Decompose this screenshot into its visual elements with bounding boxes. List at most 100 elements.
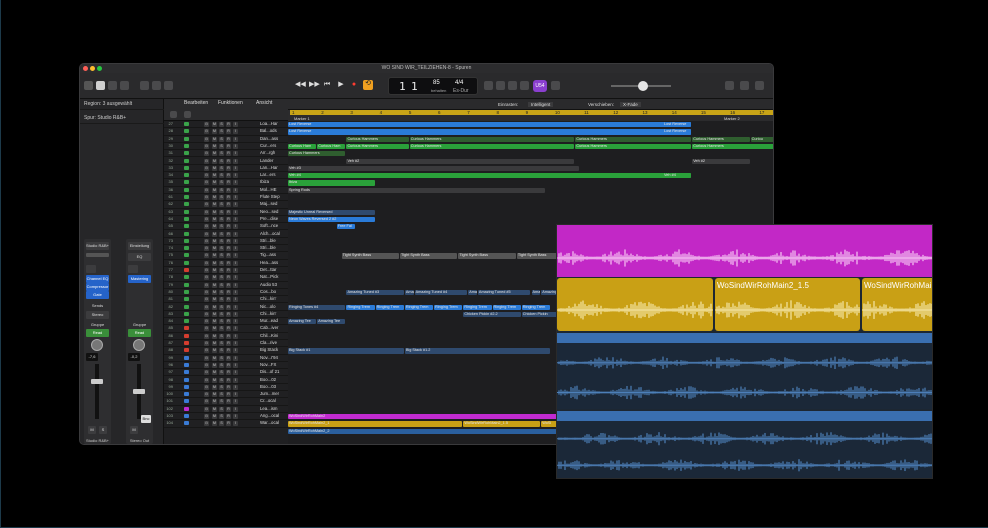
- mute-button[interactable]: M: [212, 399, 217, 405]
- record-enable-button[interactable]: R: [226, 268, 231, 273]
- setting-slot-out[interactable]: Einstellung: [128, 242, 151, 250]
- track-row[interactable]: 75 ⏻ M S R I Tig...ass: [164, 252, 288, 260]
- track-row[interactable]: 74 ⏻ M S R I Stri...ble: [164, 245, 288, 253]
- input-monitor-button[interactable]: I: [233, 173, 238, 179]
- mute-button[interactable]: M: [212, 122, 217, 127]
- drag-select[interactable]: X-Fade: [620, 102, 641, 107]
- record-icon[interactable]: ●: [350, 81, 358, 89]
- record-enable-button[interactable]: R: [226, 216, 231, 222]
- input-monitor-button[interactable]: I: [233, 348, 238, 354]
- editors-icon[interactable]: [164, 81, 173, 90]
- menu-view[interactable]: Ansicht: [256, 100, 272, 106]
- solo-button[interactable]: S: [219, 275, 224, 281]
- mute-button[interactable]: M: [212, 377, 217, 383]
- input-monitor-button[interactable]: I: [233, 268, 238, 273]
- region[interactable]: Big Stack #1.2: [404, 348, 550, 354]
- bounce-button[interactable]: Bnc: [141, 415, 151, 423]
- notes-icon[interactable]: [740, 81, 749, 90]
- record-enable-button[interactable]: R: [226, 326, 231, 332]
- mute-button[interactable]: M: [212, 143, 217, 149]
- record-enable-button[interactable]: R: [226, 136, 231, 142]
- volume-fader[interactable]: [95, 364, 99, 419]
- input-monitor-button[interactable]: I: [233, 158, 238, 164]
- region[interactable]: Ringing Trem: [375, 304, 404, 310]
- power-button[interactable]: ⏻: [204, 143, 209, 149]
- solo-button[interactable]: S: [219, 406, 224, 412]
- mute-button[interactable]: M: [212, 246, 217, 252]
- region[interactable]: Curious Hammers: [409, 136, 575, 142]
- record-enable-button[interactable]: R: [226, 399, 231, 405]
- input-slot[interactable]: [86, 265, 96, 273]
- record-enable-button[interactable]: R: [226, 231, 231, 237]
- region[interactable]: Curious Hammers: [346, 136, 409, 142]
- input-monitor-button[interactable]: I: [233, 319, 238, 325]
- snap-select[interactable]: Intelligent: [528, 102, 554, 107]
- replace-icon[interactable]: [520, 81, 529, 90]
- power-button[interactable]: ⏻: [204, 238, 209, 244]
- power-button[interactable]: ⏻: [204, 173, 209, 179]
- record-enable-button[interactable]: R: [226, 282, 231, 288]
- add-track-icon[interactable]: [170, 111, 177, 118]
- fader-cap-out[interactable]: [133, 389, 145, 394]
- record-enable-button[interactable]: R: [226, 224, 231, 230]
- track-row[interactable]: 66 ⏻ M S R I Alch...ocal: [164, 231, 288, 238]
- help-icon[interactable]: [108, 81, 117, 90]
- record-enable-button[interactable]: R: [226, 304, 231, 310]
- input-monitor-button[interactable]: I: [233, 414, 238, 419]
- mute-button[interactable]: M: [212, 406, 217, 412]
- region[interactable]: Ibiza: [288, 180, 375, 186]
- zoom-region-magenta[interactable]: [557, 225, 932, 277]
- solo-button[interactable]: S: [219, 319, 224, 325]
- region[interactable]: Tight Synth Bass: [400, 253, 458, 259]
- region[interactable]: Curious Hammers: [288, 151, 346, 157]
- mute-button[interactable]: M: [212, 341, 217, 346]
- record-enable-button[interactable]: R: [226, 122, 231, 127]
- region[interactable]: Veh #3: [288, 165, 580, 172]
- region[interactable]: Veh #4: [288, 173, 692, 179]
- record-enable-button[interactable]: R: [226, 348, 231, 354]
- power-button[interactable]: ⏻: [204, 231, 209, 237]
- region[interactable]: Curiou: [750, 136, 773, 142]
- record-enable-button[interactable]: R: [226, 392, 231, 398]
- input-monitor-button[interactable]: I: [233, 326, 238, 332]
- record-enable-button[interactable]: R: [226, 209, 231, 215]
- zoom-region-blue-1-header[interactable]: [557, 333, 932, 343]
- track-row[interactable]: 78 ⏻ M S R I Nat...Pick: [164, 274, 288, 282]
- mute-button[interactable]: M: [212, 319, 217, 325]
- power-button[interactable]: ⏻: [204, 384, 209, 390]
- record-enable-button[interactable]: R: [226, 180, 231, 186]
- region[interactable]: Amaz: [468, 289, 477, 296]
- record-enable-button[interactable]: R: [226, 173, 231, 179]
- library-icon[interactable]: [84, 81, 93, 90]
- input-monitor-button[interactable]: I: [233, 202, 238, 208]
- input-monitor-button[interactable]: I: [233, 362, 238, 368]
- region[interactable]: Chicken Pickin #2.2: [463, 311, 521, 318]
- solo-button[interactable]: S: [219, 355, 224, 361]
- solo-button[interactable]: S: [219, 377, 224, 383]
- solo-button[interactable]: S: [219, 165, 224, 171]
- mute-button[interactable]: M: [88, 426, 96, 434]
- play-icon[interactable]: ▶: [337, 81, 345, 89]
- region[interactable]: Amazing Tee: [288, 319, 317, 325]
- track-row[interactable]: 73 ⏻ M S R I Stri...ble: [164, 238, 288, 246]
- fader-cap[interactable]: [91, 379, 103, 384]
- inspector-icon[interactable]: [96, 81, 105, 90]
- track-row[interactable]: 80 ⏻ M S R I Cos...bo: [164, 289, 288, 297]
- input-monitor-button[interactable]: I: [233, 195, 238, 200]
- solo-button[interactable]: S: [219, 173, 224, 179]
- region[interactable]: Amazing Tuned #5: [477, 289, 531, 296]
- solo-button[interactable]: S: [219, 224, 224, 230]
- track-row[interactable]: 35 ⏻ M S R I Ibiza: [164, 179, 288, 187]
- solo-button[interactable]: S: [219, 268, 224, 273]
- mixer-icon[interactable]: [152, 81, 161, 90]
- region[interactable]: Ringing Trem: [463, 304, 492, 310]
- region[interactable]: Big Stack #1: [288, 348, 404, 354]
- track-row[interactable]: 87 ⏻ M S R I Cla...rive: [164, 340, 288, 348]
- input-monitor-button[interactable]: I: [233, 341, 238, 346]
- mute-button[interactable]: M: [212, 362, 217, 368]
- power-button[interactable]: ⏻: [204, 158, 209, 164]
- track-row[interactable]: 86 ⏻ M S R I Chil...Kini: [164, 333, 288, 340]
- record-enable-button[interactable]: R: [226, 421, 231, 427]
- mute-button[interactable]: M: [212, 333, 217, 339]
- track-row[interactable]: 30 ⏻ M S R I Cur...ers: [164, 143, 288, 151]
